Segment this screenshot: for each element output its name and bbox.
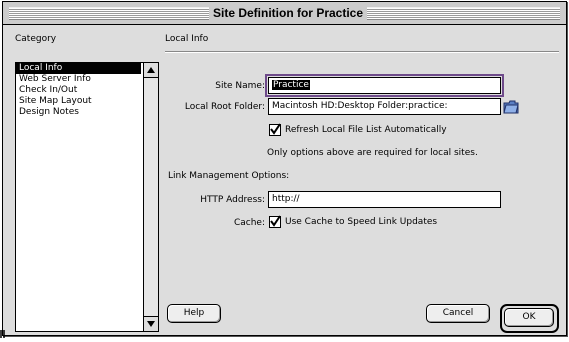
- http-address-input[interactable]: http://: [268, 191, 501, 208]
- site-name-label: Site Name:: [215, 81, 265, 91]
- ok-button[interactable]: OK: [504, 308, 554, 327]
- cancel-button[interactable]: Cancel: [426, 304, 490, 323]
- category-item-design-notes[interactable]: Design Notes: [16, 107, 141, 118]
- site-definition-dialog: Site Definition for Practice Category Lo…: [2, 1, 567, 336]
- refresh-checkbox-box[interactable]: [269, 123, 281, 136]
- refresh-local-file-list-checkbox[interactable]: Refresh Local File List Automatically: [269, 123, 447, 136]
- browse-folder-icon[interactable]: [503, 99, 519, 117]
- site-name-value: Practice: [272, 80, 310, 90]
- use-cache-checkbox[interactable]: Use Cache to Speed Link Updates: [269, 215, 438, 228]
- window-title: Site Definition for Practice: [209, 4, 367, 22]
- title-bar[interactable]: Site Definition for Practice: [3, 2, 566, 25]
- category-item-local-info[interactable]: Local Info: [16, 63, 141, 74]
- help-button[interactable]: Help: [167, 304, 221, 323]
- section-divider: [165, 51, 559, 53]
- link-management-label: Link Management Options:: [168, 171, 290, 181]
- cache-label: Cache:: [233, 218, 265, 228]
- category-item-check-in-out[interactable]: Check In/Out: [16, 85, 141, 96]
- section-title: Local Info: [165, 34, 209, 44]
- http-address-label: HTTP Address:: [200, 195, 265, 205]
- title-bar-stripes-left: [9, 7, 209, 20]
- cursor-icon: [0, 330, 8, 342]
- title-bar-stripes-right: [367, 7, 560, 20]
- refresh-checkbox-label: Refresh Local File List Automatically: [285, 125, 447, 135]
- category-label: Category: [15, 34, 57, 44]
- category-item-site-map-layout[interactable]: Site Map Layout: [16, 96, 141, 107]
- site-name-input[interactable]: Practice: [265, 74, 504, 97]
- category-list[interactable]: Local Info Web Server Info Check In/Out …: [15, 62, 159, 332]
- scroll-up-arrow-icon[interactable]: [144, 63, 158, 78]
- local-root-folder-label: Local Root Folder:: [184, 102, 265, 112]
- cache-checkbox-box[interactable]: [269, 215, 281, 228]
- category-item-web-server-info[interactable]: Web Server Info: [16, 74, 141, 85]
- required-options-note: Only options above are required for loca…: [267, 148, 478, 158]
- local-root-folder-input[interactable]: Macintosh HD:Desktop Folder:practice:: [268, 98, 501, 115]
- cache-checkbox-label: Use Cache to Speed Link Updates: [285, 217, 438, 227]
- scroll-down-arrow-icon[interactable]: [144, 316, 158, 331]
